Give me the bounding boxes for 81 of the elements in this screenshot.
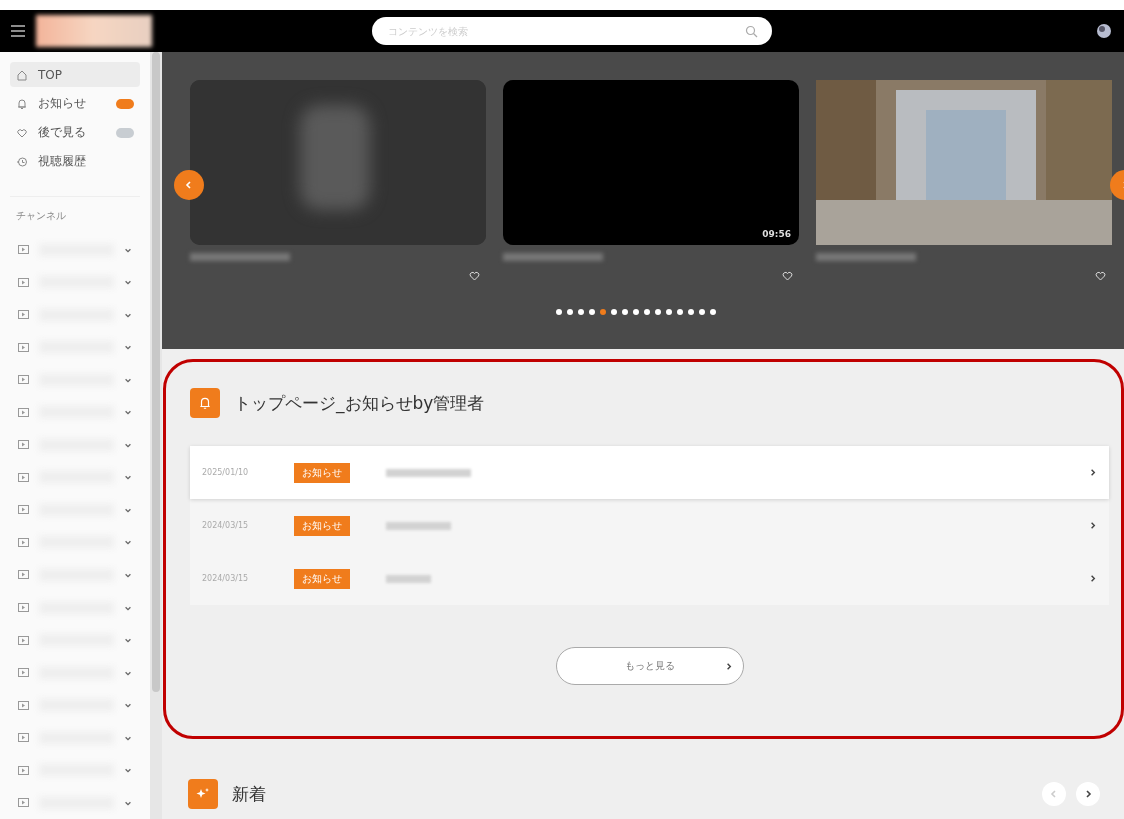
channel-icon: [18, 537, 29, 547]
channel-icon: [18, 668, 29, 678]
channel-icon: [18, 603, 29, 612]
scrollbar-thumb[interactable]: [152, 52, 160, 692]
carousel-dot[interactable]: [643, 309, 650, 315]
chevron-right-icon: [1083, 789, 1093, 799]
carousel-dot[interactable]: [610, 309, 617, 315]
chevron-down-icon: [124, 701, 132, 710]
chevron-down-icon: [124, 473, 132, 482]
channel-icon: [18, 310, 29, 320]
channel-icon: [18, 472, 29, 482]
notice-date: 2025/01/10: [202, 468, 250, 477]
channel-icon: [18, 407, 29, 417]
carousel-dot[interactable]: [654, 309, 661, 315]
user-avatar-icon[interactable]: [1094, 21, 1114, 41]
channel-icon: [18, 798, 29, 808]
heart-icon: [16, 126, 28, 139]
logo[interactable]: [36, 15, 152, 47]
channel-icon: [18, 700, 29, 710]
chevron-down-icon: [124, 538, 132, 547]
carousel-dot[interactable]: [687, 309, 694, 315]
channel-icon: [18, 342, 29, 352]
carousel-dot[interactable]: [621, 309, 628, 315]
video-duration: 09:56: [762, 229, 791, 239]
notice-date: 2024/03/15: [202, 521, 250, 530]
home-icon: [16, 68, 28, 81]
sidebar-item[interactable]: TOP: [10, 62, 140, 88]
chevron-down-icon: [124, 636, 132, 645]
more-button[interactable]: もっと見る: [555, 647, 744, 685]
sidebar-item[interactable]: お知らせ: [10, 91, 140, 117]
chevron-left-icon: [1049, 789, 1059, 799]
heart-icon[interactable]: [1095, 271, 1106, 281]
blurred-text: [386, 574, 431, 583]
carousel-dot[interactable]: [577, 309, 584, 315]
chevron-left-icon: [184, 180, 194, 190]
sidebar-item[interactable]: 後で見る: [10, 120, 140, 146]
category-tag: お知らせ: [294, 515, 350, 536]
chevron-right-icon: [1088, 521, 1097, 530]
carousel-dot[interactable]: [566, 309, 573, 315]
previous-button[interactable]: [174, 170, 204, 200]
carousel-dot[interactable]: [709, 309, 716, 315]
chevron-right-icon: [1088, 574, 1097, 583]
category-tag: お知らせ: [294, 568, 350, 589]
carousel-dot[interactable]: [698, 309, 705, 315]
channel-icon: [18, 245, 29, 255]
carousel-dot[interactable]: [676, 309, 683, 315]
channel-icon: [18, 505, 29, 515]
section-heading: チャンネル: [16, 209, 67, 224]
chevron-down-icon: [124, 408, 132, 417]
chevron-right-icon: [1088, 468, 1097, 477]
channel-icon: [18, 570, 29, 580]
channel-icon: [18, 765, 29, 775]
search-icon[interactable]: [745, 24, 758, 38]
heart-icon[interactable]: [782, 271, 793, 281]
chevron-down-icon: [124, 343, 132, 352]
chevron-down-icon: [124, 278, 132, 287]
bell-icon: [190, 388, 220, 418]
channel-icon: [18, 440, 29, 450]
section-title: 新着: [232, 782, 266, 806]
carousel-dot[interactable]: [665, 309, 672, 315]
sidebar-item[interactable]: 視聴履歴: [10, 149, 140, 175]
history-icon: [16, 155, 28, 168]
channel-icon: [18, 635, 29, 645]
chevron-down-icon: [124, 571, 132, 579]
notice-date: 2024/03/15: [202, 574, 250, 583]
heart-icon[interactable]: [469, 271, 480, 281]
carousel-dot[interactable]: [555, 309, 562, 315]
chevron-down-icon: [124, 766, 132, 775]
sparkle-icon: [188, 779, 218, 809]
carousel-dot[interactable]: [588, 309, 595, 315]
category-tag: お知らせ: [294, 462, 350, 483]
menu-icon[interactable]: [10, 24, 26, 38]
blurred-text: [386, 521, 451, 530]
next-button[interactable]: [1076, 782, 1100, 806]
carousel-dot[interactable]: [632, 309, 639, 315]
section-title: トップページ_お知らせby管理者: [234, 391, 485, 415]
channel-icon: [18, 375, 29, 385]
carousel-dot[interactable]: [599, 309, 606, 315]
channel-icon: [18, 277, 29, 287]
channel-icon: [18, 733, 29, 743]
bell-icon: [16, 97, 28, 110]
